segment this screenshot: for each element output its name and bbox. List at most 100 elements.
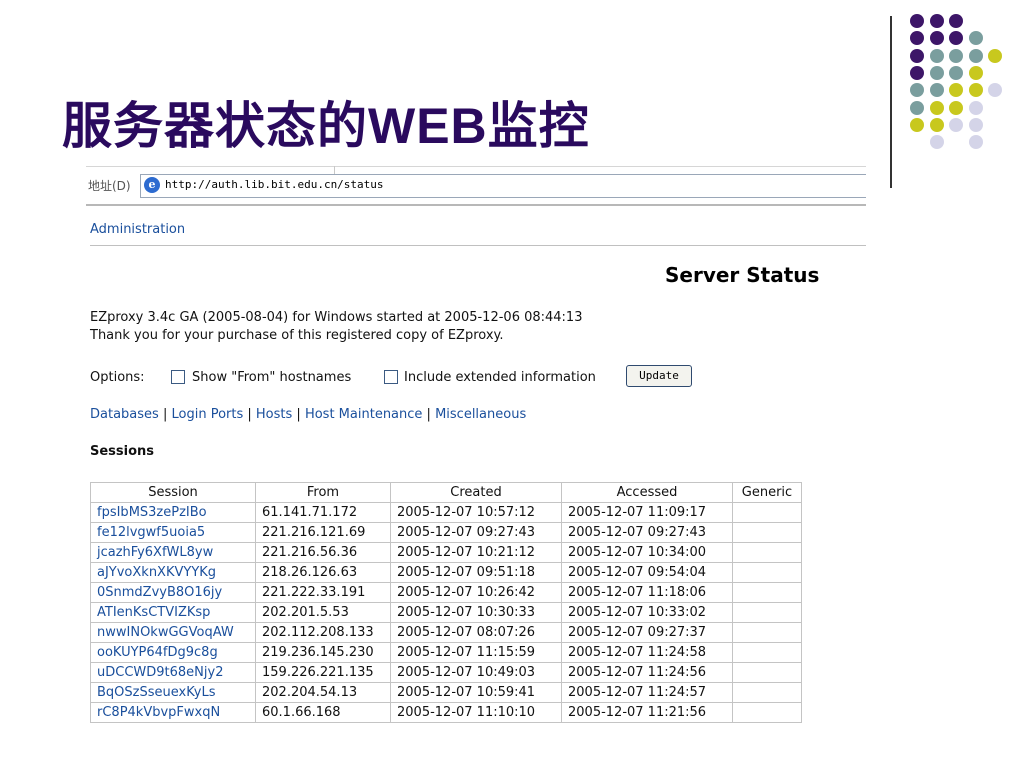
decorative-dot — [949, 65, 963, 80]
session-id-link[interactable]: BqOSzSseuexKyLs — [90, 682, 256, 703]
decorative-dot — [968, 135, 983, 150]
accessed-cell: 2005-12-07 11:21:56 — [561, 702, 733, 723]
created-cell: 2005-12-07 10:26:42 — [390, 582, 562, 603]
table-row: fe12lvgwf5uoia5 221.216.121.69 2005-12-07 … — [90, 522, 802, 543]
decorative-dot — [968, 31, 983, 46]
generic-cell — [732, 562, 802, 583]
table-row: jcazhFy6XfWL8yw 221.216.56.36 2005-12-07 1… — [90, 542, 802, 563]
accessed-cell: 2005-12-07 10:34:00 — [561, 542, 733, 563]
accessed-cell: 2005-12-07 11:24:58 — [561, 642, 733, 663]
generic-cell — [732, 702, 802, 723]
decorative-dot — [968, 117, 983, 132]
update-button[interactable]: Update — [626, 365, 692, 387]
created-cell: 2005-12-07 10:30:33 — [390, 602, 562, 623]
include-extended-label: Include extended information — [404, 370, 596, 385]
decorative-dot — [949, 83, 963, 98]
address-bar: 地址(D) e http://auth.lib.bit.edu.cn/statu… — [86, 166, 866, 206]
decorative-dot — [929, 117, 944, 132]
table-row: BqOSzSseuexKyLs 202.204.54.13 2005-12-07 1… — [90, 682, 802, 703]
table-row: 0SnmdZvyB8O16jy 221.222.33.191 2005-12-07 … — [90, 582, 802, 603]
accessed-cell: 2005-12-07 11:09:17 — [561, 502, 733, 523]
generic-cell — [732, 582, 802, 603]
show-from-checkbox[interactable] — [171, 370, 185, 384]
from-cell: 218.26.126.63 — [255, 562, 391, 583]
decorative-dot — [929, 14, 944, 28]
created-cell: 2005-12-07 08:07:26 — [390, 622, 562, 643]
session-id-link[interactable]: uDCCWD9t68eNjy2 — [90, 662, 256, 683]
table-row: fpsIbMS3zePzIBo 61.141.71.172 2005-12-07 1… — [90, 502, 802, 523]
server-info: EZproxy 3.4c GA (2005-08-04) for Windows… — [90, 309, 582, 345]
from-cell: 202.204.54.13 — [255, 682, 391, 703]
created-cell: 2005-12-07 10:59:41 — [390, 682, 562, 703]
decorative-dot — [968, 83, 983, 98]
created-cell: 2005-12-07 09:27:43 — [390, 522, 562, 543]
slide-title-latin: WEB — [368, 98, 488, 154]
decorative-dot — [949, 14, 963, 28]
browser-screenshot: 地址(D) e http://auth.lib.bit.edu.cn/statu… — [86, 166, 866, 732]
session-id-link[interactable]: fpsIbMS3zePzIBo — [90, 502, 256, 523]
sessions-table: Session From Created Accessed Generic fp… — [90, 482, 802, 723]
session-id-link[interactable]: fe12lvgwf5uoia5 — [90, 522, 256, 543]
session-id-link[interactable]: jcazhFy6XfWL8yw — [90, 542, 256, 563]
administration-link[interactable]: Administration — [90, 222, 185, 237]
slide-title-cjk-2: 监控 — [487, 97, 590, 155]
decorative-dot — [910, 83, 924, 98]
databases-link[interactable]: Databases — [90, 407, 159, 422]
session-id-link[interactable]: aJYvoXknXKVYYKg — [90, 562, 256, 583]
registration-line: Thank you for your purchase of this regi… — [90, 328, 504, 343]
decorative-dot — [949, 31, 963, 46]
nav-separator: | — [426, 407, 431, 422]
from-cell: 202.201.5.53 — [255, 602, 391, 623]
login-ports-link[interactable]: Login Ports — [171, 407, 243, 422]
nav-separator: | — [296, 407, 301, 422]
decorative-dot — [929, 48, 944, 63]
decorative-dot — [949, 100, 963, 115]
decorative-dot — [910, 65, 924, 80]
hosts-link[interactable]: Hosts — [256, 407, 292, 422]
nav-links: Databases | Login Ports | Hosts | Host M… — [90, 407, 526, 422]
column-header-accessed: Accessed — [561, 482, 733, 503]
nav-separator: | — [162, 407, 168, 422]
show-from-label: Show "From" hostnames — [192, 370, 352, 385]
decorative-dot — [949, 117, 963, 132]
session-id-link[interactable]: nwwINOkwGGVoqAW — [90, 622, 256, 643]
decorative-dot — [910, 117, 924, 132]
from-cell: 60.1.66.168 — [255, 702, 391, 723]
decorative-dot — [968, 65, 983, 80]
decorative-vertical-line — [890, 16, 892, 188]
accessed-cell: 2005-12-07 10:33:02 — [561, 602, 733, 623]
session-id-link[interactable]: ATIenKsCTVIZKsp — [90, 602, 256, 623]
table-row: ATIenKsCTVIZKsp 202.201.5.53 2005-12-07 10… — [90, 602, 802, 623]
include-extended-checkbox[interactable] — [384, 370, 398, 384]
accessed-cell: 2005-12-07 11:18:06 — [561, 582, 733, 603]
ie-page-icon: e — [144, 177, 160, 193]
session-id-link[interactable]: 0SnmdZvyB8O16jy — [90, 582, 256, 603]
table-row: ooKUYP64fDg9c8g 219.236.145.230 2005-12-07… — [90, 642, 802, 663]
generic-cell — [732, 522, 802, 543]
decorative-dot — [968, 100, 983, 115]
decorative-dot — [968, 48, 983, 63]
decorative-dot — [929, 83, 944, 98]
address-input[interactable]: e http://auth.lib.bit.edu.cn/status — [140, 174, 866, 198]
sessions-heading: Sessions — [90, 444, 155, 459]
column-header-from: From — [255, 482, 391, 503]
decorative-dot — [929, 135, 944, 150]
address-url: http://auth.lib.bit.edu.cn/status — [165, 178, 384, 191]
host-maintenance-link[interactable]: Host Maintenance — [305, 407, 422, 422]
version-line: EZproxy 3.4c GA (2005-08-04) for Windows… — [90, 310, 583, 325]
session-id-link[interactable]: ooKUYP64fDg9c8g — [90, 642, 256, 663]
column-header-generic: Generic — [732, 482, 802, 503]
accessed-cell: 2005-12-07 09:27:43 — [561, 522, 733, 543]
from-cell: 202.112.208.133 — [255, 622, 391, 643]
created-cell: 2005-12-07 11:15:59 — [390, 642, 562, 663]
slide-title: 服务器状态的WEB监控 — [62, 86, 590, 158]
created-cell: 2005-12-07 10:21:12 — [390, 542, 562, 563]
generic-cell — [732, 542, 802, 563]
session-id-link[interactable]: rC8P4kVbvpFwxqN — [90, 702, 256, 723]
miscellaneous-link[interactable]: Miscellaneous — [435, 407, 526, 422]
decorative-dot — [910, 100, 924, 115]
from-cell: 159.226.221.135 — [255, 662, 391, 683]
generic-cell — [732, 682, 802, 703]
generic-cell — [732, 622, 802, 643]
generic-cell — [732, 502, 802, 523]
